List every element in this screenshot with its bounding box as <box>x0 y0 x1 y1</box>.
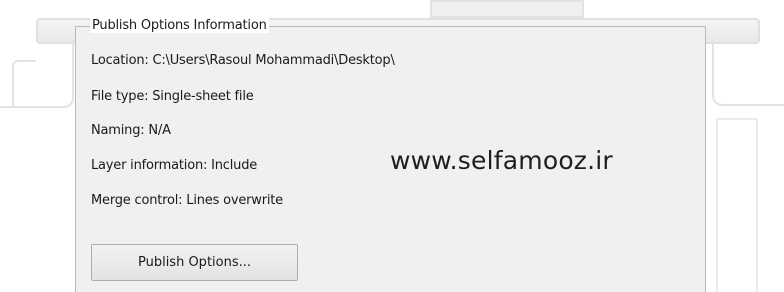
background-right-column-shape <box>716 118 758 292</box>
location-info: Location: C:\Users\Rasoul Mohammadi\Desk… <box>91 53 395 68</box>
file-type-info: File type: Single-sheet file <box>91 89 254 104</box>
background-tab-shape <box>430 0 584 18</box>
screenshot-stage: Publish Options Information Location: C:… <box>0 0 784 292</box>
layer-information-info: Layer information: Include <box>91 158 258 173</box>
background-right-panel-shape <box>712 40 784 106</box>
merge-control-info: Merge control: Lines overwrite <box>91 193 283 208</box>
background-left-hook-shape <box>12 60 36 108</box>
naming-info: Naming: N/A <box>91 123 171 138</box>
groupbox-title: Publish Options Information <box>90 18 269 33</box>
website-watermark: www.selfamooz.ir <box>390 146 613 175</box>
publish-options-button[interactable]: Publish Options... <box>91 244 298 281</box>
